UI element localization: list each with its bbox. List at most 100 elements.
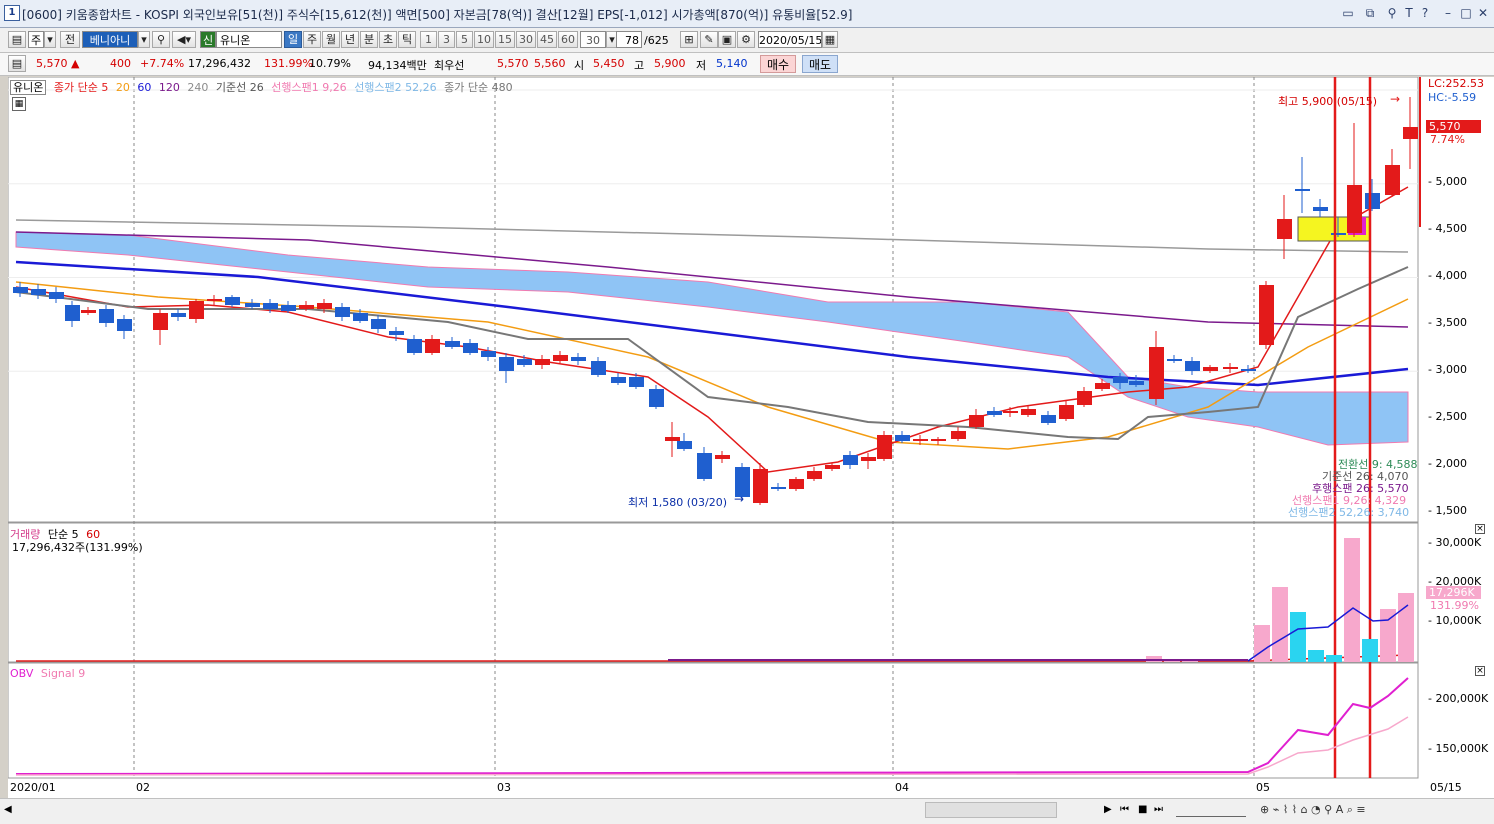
stop-icon[interactable]: ■ (1138, 804, 1147, 815)
volume-bar (1272, 587, 1288, 662)
calendar-icon[interactable]: ▦ (822, 31, 838, 48)
interval-button[interactable]: 1 (420, 31, 437, 48)
price-axis-label: - 2,000 (1428, 457, 1467, 470)
type-select[interactable]: 주 (28, 31, 44, 48)
candle-body (1077, 391, 1092, 405)
period-year-button[interactable]: 년 (341, 31, 359, 48)
interval-button[interactable]: 5 (456, 31, 473, 48)
all-button[interactable]: 전 (60, 31, 80, 48)
interval-button[interactable]: 30 (516, 31, 536, 48)
volume-close-icon[interactable]: × (1475, 524, 1485, 534)
obv-legend-name[interactable]: OBV (10, 667, 33, 680)
candle-body (371, 319, 386, 329)
candle-body (1259, 285, 1274, 345)
period-second-button[interactable]: 초 (379, 31, 397, 48)
save-icon[interactable]: ▣ (718, 31, 736, 48)
legend-ma480[interactable]: 종가 단순 480 (444, 81, 512, 94)
interval-button[interactable]: 10 (474, 31, 494, 48)
candle-body (407, 339, 422, 353)
candle-body (353, 313, 368, 321)
price-axis-label: - 2,500 (1428, 410, 1467, 423)
period-month-button[interactable]: 월 (322, 31, 340, 48)
count-input[interactable]: 78 (616, 31, 642, 48)
interval-button[interactable]: 45 (537, 31, 557, 48)
legend-stock-name[interactable]: 유니온 (10, 80, 47, 95)
legend-span1[interactable]: 선행스팬1 9,26 (271, 81, 346, 94)
legend-ma120[interactable]: 120 (159, 81, 180, 94)
candle-body (553, 355, 568, 361)
sell-button[interactable]: 매도 (802, 55, 838, 73)
date-input[interactable]: 2020/05/15 (758, 31, 822, 48)
chart-canvas[interactable]: →→ (8, 77, 1494, 798)
high-label: 고 (634, 59, 645, 72)
chart-scrollbar[interactable]: ◀ ▶ ⏮ ■ ⏭ ⊕ ⌁ ⌇ ⌇ ⌂ ◔ ⚲ A ⌕ ≡ (0, 798, 1494, 824)
chart-tools-icons[interactable]: ⊕ ⌁ ⌇ ⌇ ⌂ ◔ ⚲ A ⌕ ≡ (1260, 803, 1366, 817)
date-axis-label: 05/15 (1430, 781, 1462, 794)
period-tick-button[interactable]: 틱 (398, 31, 416, 48)
copy-icon[interactable]: ⧉ (1362, 5, 1378, 21)
pin-icon[interactable]: ⚲ (1384, 5, 1400, 21)
search-icon[interactable]: ⚲ (152, 31, 170, 48)
close-icon[interactable]: ✕ (1475, 5, 1491, 21)
legend-ma60[interactable]: 60 (137, 81, 151, 94)
period-minute-button[interactable]: 분 (360, 31, 378, 48)
volume-bar (1308, 650, 1324, 662)
scroll-right-icon[interactable]: ▶ (1104, 804, 1112, 815)
candle-body (335, 307, 350, 317)
settings-icon[interactable]: ⚙ (737, 31, 755, 48)
period-day-button[interactable]: 일 (284, 31, 302, 48)
interval-button[interactable]: 60 (558, 31, 578, 48)
last-page-icon[interactable]: ⏭ (1154, 804, 1163, 815)
code-input[interactable]: 베니아니 (82, 31, 138, 48)
candle-body (825, 465, 840, 469)
obv-legend-signal[interactable]: Signal 9 (41, 667, 85, 680)
scroll-left-icon[interactable]: ◀ (4, 804, 12, 815)
minimize-icon[interactable]: – (1440, 5, 1456, 21)
obv-axis-label: - 150,000K (1428, 742, 1489, 755)
interval-input[interactable]: 30 (580, 31, 606, 48)
legend-ma20[interactable]: 20 (116, 81, 130, 94)
candle-body (951, 431, 966, 439)
sound-icon[interactable]: ◀▾ (172, 31, 196, 48)
legend-ma240[interactable]: 240 (187, 81, 208, 94)
draw-tool-icon[interactable]: ✎ (700, 31, 718, 48)
legend-ma5[interactable]: 종가 단순 5 (54, 81, 108, 94)
date-axis-label: 2020/01 (10, 781, 56, 794)
period-week-button[interactable]: 주 (303, 31, 321, 48)
quote-menu-icon[interactable]: ▤ (8, 55, 26, 72)
candle-body (1129, 381, 1144, 385)
code-dropdown-icon[interactable]: ▾ (138, 31, 150, 48)
volume-pct-tag: 131.99% (1430, 599, 1479, 612)
legend-base-line[interactable]: 기준선 26 (216, 81, 264, 94)
layout-icon[interactable]: ▭ (1340, 5, 1356, 21)
obv-close-icon[interactable]: × (1475, 666, 1485, 676)
chart-area[interactable]: → → 유니온 종가 단순 5 20 60 120 240 기준선 26 선행스팬… (8, 77, 1494, 807)
open-label: 시 (574, 59, 585, 72)
zoom-slider[interactable] (1176, 802, 1246, 817)
candle-body (591, 361, 606, 375)
legend-span2[interactable]: 선행스팬2 52,26 (354, 81, 436, 94)
candle-body (789, 479, 804, 489)
text-icon[interactable]: T (1401, 5, 1417, 21)
scroll-thumb[interactable] (925, 802, 1057, 818)
candle-body (13, 287, 28, 293)
help-icon[interactable]: ? (1417, 5, 1433, 21)
add-indicator-icon[interactable]: ⊞ (680, 31, 698, 48)
type-dropdown-icon[interactable]: ▾ (44, 31, 56, 48)
price-axis-label: - 4,000 (1428, 269, 1467, 282)
interval-button[interactable]: 3 (438, 31, 455, 48)
interval-button[interactable]: 15 (495, 31, 515, 48)
window-title: [0600] 키움종합차트 - KOSPI 외국인보유[51(천)] 주식수[1… (22, 8, 853, 22)
candle-body (1347, 185, 1362, 233)
grid-toggle-icon[interactable]: ▦ (12, 97, 26, 111)
maximize-icon[interactable]: □ (1458, 5, 1474, 21)
high-annotation: 최고 5,900 (05/15) (1278, 95, 1378, 108)
buy-button[interactable]: 매수 (760, 55, 796, 73)
candle-body (263, 303, 278, 309)
chart-menu-icon[interactable]: ▤ (8, 31, 26, 48)
first-page-icon[interactable]: ⏮ (1120, 804, 1129, 815)
candle-body (65, 305, 80, 321)
stock-name-field[interactable]: 유니온 (216, 31, 282, 48)
candle-body (697, 453, 712, 479)
candle-body (299, 305, 314, 309)
